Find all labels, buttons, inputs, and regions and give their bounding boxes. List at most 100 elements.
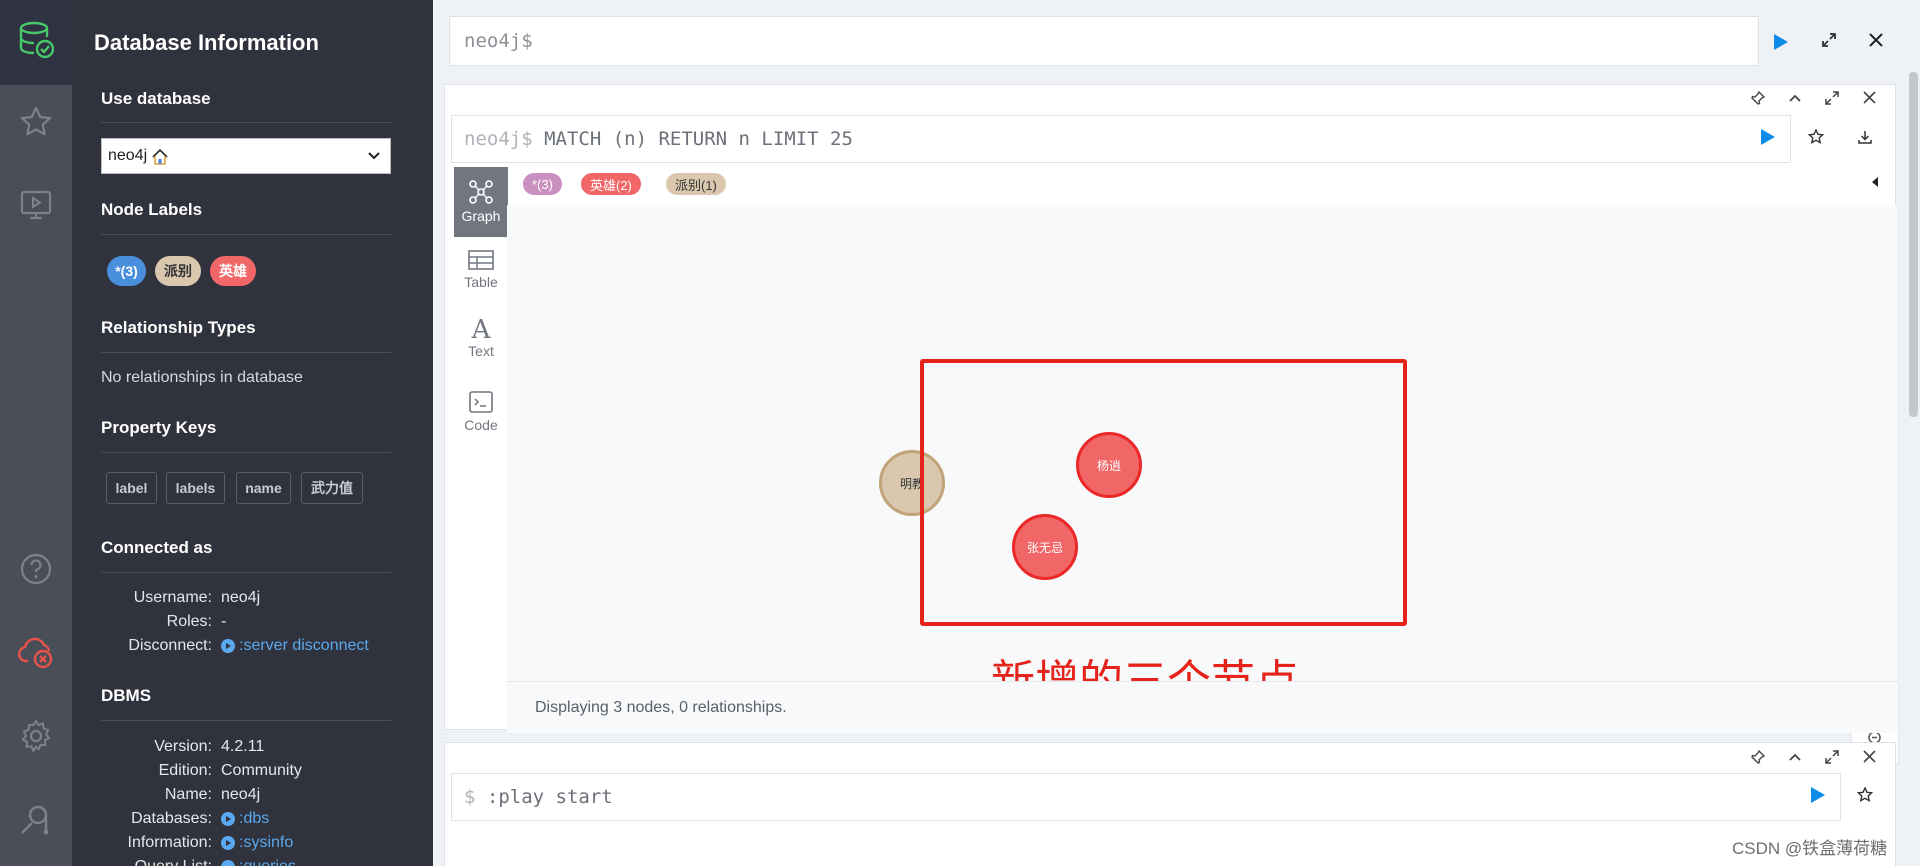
favorite-query-button[interactable] (1851, 783, 1879, 811)
play-icon (1810, 786, 1826, 809)
collapse-frame-button[interactable] (1783, 88, 1807, 112)
drawer-title: Database Information (94, 30, 319, 55)
dbs-link[interactable]: :dbs (221, 810, 269, 828)
main-scrollbar[interactable] (1907, 70, 1920, 866)
node-label-faction[interactable]: 派别 (155, 256, 201, 286)
edition-value: Community (221, 762, 302, 779)
nav-guides[interactable] (0, 171, 72, 243)
tab-code-label: Code (464, 417, 498, 433)
dbs-label: :dbs (239, 810, 270, 827)
run-query-button[interactable] (1767, 28, 1795, 56)
fullscreen-frame-button[interactable] (1820, 747, 1844, 771)
fullscreen-frame-button[interactable] (1820, 88, 1844, 112)
nav-settings[interactable] (0, 702, 72, 774)
home-icon (151, 148, 169, 165)
frame-query-editor[interactable]: $ :play start (451, 773, 1841, 821)
sysinfo-link[interactable]: :sysinfo (221, 834, 293, 852)
version-value: 4.2.11 (221, 738, 265, 755)
property-key-label[interactable]: label (106, 472, 157, 504)
tab-text-label: Text (468, 343, 494, 359)
close-icon (1862, 750, 1876, 768)
server-disconnect-link[interactable]: :server disconnect (221, 637, 369, 655)
annotation-box (920, 359, 1407, 626)
legend-pill-hero[interactable]: 英雄(2) (581, 173, 641, 195)
monitor-play-icon (19, 188, 53, 227)
expand-icon (1825, 90, 1839, 110)
queries-link[interactable]: :queries (221, 858, 296, 866)
graph-canvas[interactable]: 明教 杨逍 张无忌 新增的三个节点 (507, 205, 1899, 764)
divider (101, 352, 391, 353)
pin-frame-button[interactable] (1746, 747, 1770, 771)
edition-key: Edition: (158, 762, 212, 779)
divider (101, 122, 391, 123)
no-relationships-text: No relationships in database (101, 369, 303, 386)
play-icon (221, 836, 235, 850)
nav-favorites[interactable] (0, 88, 72, 160)
chevron-down-icon (366, 147, 382, 168)
play-icon (221, 639, 235, 653)
play-start-frame: $ :play start (444, 742, 1896, 866)
dbms-title: DBMS (101, 686, 152, 705)
play-icon (221, 860, 235, 866)
roles-value: - (221, 613, 227, 630)
divider (101, 720, 391, 721)
expand-icon (1821, 32, 1837, 53)
code-icon (468, 390, 494, 417)
fullscreen-editor-button[interactable] (1815, 28, 1843, 56)
nav-database[interactable] (0, 0, 72, 85)
graph-icon (468, 179, 494, 208)
close-frame-button[interactable] (1857, 88, 1881, 112)
tab-code[interactable]: Code (454, 390, 508, 450)
property-key-strength[interactable]: 武力值 (301, 472, 363, 504)
username-value: neo4j (221, 589, 261, 606)
nav-help[interactable] (0, 535, 72, 607)
frame-query-editor[interactable]: neo4j$ MATCH (n) RETURN n LIMIT 25 (451, 115, 1791, 163)
username-key: Username: (133, 589, 212, 606)
querylist-key: Query List: (72, 858, 212, 866)
rerun-query-button[interactable] (1804, 783, 1832, 811)
favorite-query-button[interactable] (1802, 125, 1830, 153)
frame-query: :play start (475, 786, 613, 808)
tab-graph[interactable]: Graph (454, 167, 508, 237)
node-label-all[interactable]: *(3) (107, 256, 146, 286)
clear-editor-button[interactable] (1862, 28, 1890, 56)
pin-icon (1751, 749, 1766, 769)
frame-query: MATCH (n) RETURN n LIMIT 25 (532, 128, 853, 150)
watermark-text: CSDN @铁盒薄荷糖 (1732, 839, 1888, 858)
close-frame-button[interactable] (1857, 747, 1881, 771)
rerun-query-button[interactable] (1754, 125, 1782, 153)
cloud-disconnected-icon (17, 634, 55, 675)
legend-pill-faction[interactable]: 派别(1) (666, 173, 726, 195)
toggle-inspector-button[interactable] (1865, 174, 1885, 194)
disconnect-key: Disconnect: (128, 637, 212, 654)
neo4j-logo-icon (18, 802, 54, 843)
database-information-drawer: Database Information Use database neo4j … (72, 0, 433, 866)
nav-about[interactable] (0, 786, 72, 858)
main-scrollbar-thumb[interactable] (1909, 72, 1918, 417)
database-icon (18, 21, 55, 64)
export-button[interactable] (1851, 125, 1879, 153)
collapse-frame-button[interactable] (1783, 747, 1807, 771)
property-key-name[interactable]: name (236, 472, 291, 504)
main-editor[interactable]: neo4j$ (449, 16, 1759, 66)
node-label-hero[interactable]: 英雄 (210, 256, 256, 286)
text-icon: A (471, 315, 491, 345)
main-stream: neo4j$ neo4j$ MATCH (n) RETURN n LIMIT 2… (433, 0, 1920, 866)
nav-connection-status[interactable] (0, 618, 72, 690)
property-key-labels[interactable]: labels (166, 472, 225, 504)
star-icon (1807, 127, 1825, 150)
server-disconnect-label: :server disconnect (239, 637, 369, 654)
pin-frame-button[interactable] (1746, 88, 1770, 112)
gear-icon (18, 718, 54, 759)
tab-table-label: Table (464, 274, 498, 290)
database-select[interactable]: neo4j (101, 138, 391, 174)
tab-table[interactable]: Table (454, 249, 508, 309)
close-icon (1868, 32, 1884, 53)
download-icon (1857, 129, 1873, 150)
play-icon (1773, 33, 1789, 51)
tab-graph-label: Graph (461, 208, 501, 224)
tab-text[interactable]: A Text (454, 317, 508, 377)
pin-icon (1751, 90, 1766, 110)
caret-left-icon (1870, 175, 1880, 193)
legend-pill-all[interactable]: *(3) (523, 173, 562, 195)
